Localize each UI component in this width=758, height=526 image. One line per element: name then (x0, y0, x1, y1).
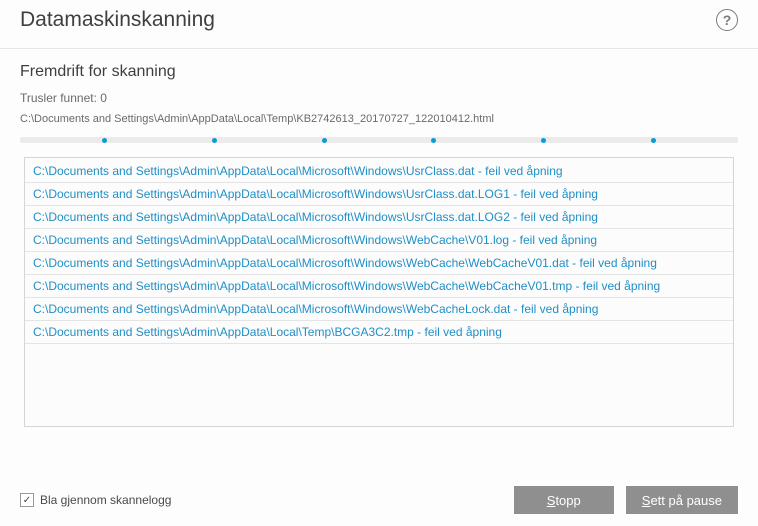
log-entry: C:\Documents and Settings\Admin\AppData\… (25, 229, 733, 252)
log-entry: C:\Documents and Settings\Admin\AppData\… (25, 183, 733, 206)
content-area: Fremdrift for skanning Trusler funnet: 0… (0, 49, 758, 427)
log-entry: C:\Documents and Settings\Admin\AppData\… (25, 158, 733, 183)
scroll-log-checkbox[interactable]: ✓ Bla gjennom skannelogg (20, 493, 171, 507)
current-scanning-file: C:\Documents and Settings\Admin\AppData\… (20, 113, 738, 125)
footer-bar: ✓ Bla gjennom skannelogg Stopp Sett på p… (0, 474, 758, 526)
progress-dots (20, 137, 738, 143)
log-entry: C:\Documents and Settings\Admin\AppData\… (25, 321, 733, 344)
scan-progress-title: Fremdrift for skanning (20, 63, 738, 81)
pause-button[interactable]: Sett på pause (626, 486, 738, 514)
progress-bar (20, 137, 738, 143)
log-entry: C:\Documents and Settings\Admin\AppData\… (25, 252, 733, 275)
header-bar: Datamaskinskanning ? (0, 0, 758, 49)
stop-button[interactable]: Stopp (514, 486, 614, 514)
checkbox-icon: ✓ (20, 493, 34, 507)
log-entry: C:\Documents and Settings\Admin\AppData\… (25, 298, 733, 321)
log-entry: C:\Documents and Settings\Admin\AppData\… (25, 206, 733, 229)
log-entry: C:\Documents and Settings\Admin\AppData\… (25, 275, 733, 298)
threats-found-label: Trusler funnet: 0 (20, 91, 738, 105)
checkbox-label: Bla gjennom skannelogg (40, 493, 171, 507)
page-title: Datamaskinskanning (20, 8, 215, 32)
scan-log-panel[interactable]: C:\Documents and Settings\Admin\AppData\… (24, 157, 734, 427)
help-icon[interactable]: ? (716, 9, 738, 31)
